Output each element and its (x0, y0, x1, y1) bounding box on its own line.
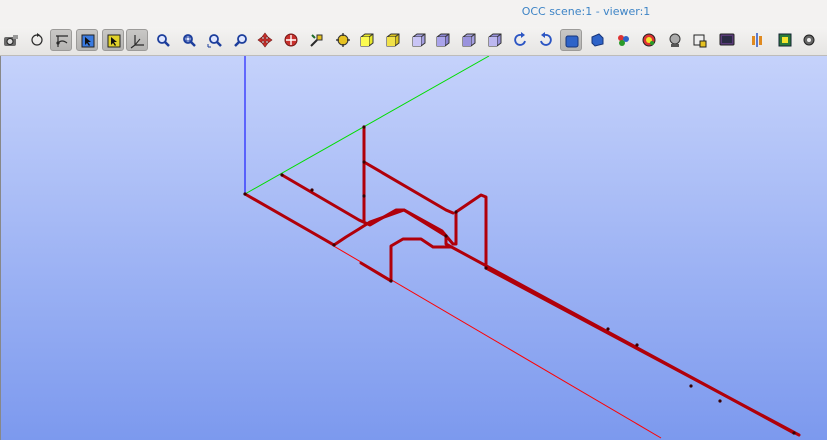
y-axis-line (244, 56, 490, 195)
wireframe-mode-icon (591, 33, 604, 47)
global-pan-icon (284, 33, 298, 47)
settings-button[interactable] (798, 29, 820, 51)
settings-icon (803, 34, 815, 46)
zoom-fit-icon (207, 34, 222, 48)
color-button[interactable] (612, 29, 634, 51)
pipe-segment[interactable] (280, 173, 801, 437)
screen-button[interactable] (716, 29, 738, 51)
pipe-segment[interactable] (243, 192, 796, 435)
material-button[interactable] (638, 29, 660, 51)
image-export-icon (778, 33, 792, 47)
select-edge-button[interactable] (76, 29, 98, 51)
window-title: OCC scene:1 - viewer:1 (521, 5, 651, 18)
clipping-icon (669, 33, 681, 47)
global-pan-button[interactable] (280, 29, 302, 51)
rotation-center-icon (310, 34, 323, 47)
color-icon (618, 35, 629, 46)
view-bottom-button[interactable] (432, 29, 454, 51)
scene-canvas[interactable] (1, 56, 827, 440)
mirror-button[interactable] (746, 29, 768, 51)
rotate-counterclockwise-button[interactable] (510, 29, 532, 51)
zoom-window-button[interactable] (178, 29, 200, 51)
zoom-fit-button[interactable] (204, 29, 226, 51)
zoom-window-icon (183, 34, 196, 47)
view-right-button[interactable] (484, 29, 506, 51)
pipe-network[interactable] (243, 125, 801, 437)
viewer-toolbar (0, 27, 827, 56)
occ-viewer-window: OCC scene:1 - viewer:1 (0, 0, 827, 440)
view-top-icon (412, 33, 426, 47)
screen-icon (719, 33, 735, 46)
view-left-button[interactable] (458, 29, 480, 51)
rotate-clockwise-icon (540, 32, 552, 46)
view-bottom-icon (436, 33, 450, 47)
trihedron-icon (130, 35, 144, 49)
view-front-button[interactable] (356, 29, 378, 51)
mirror-icon (752, 33, 762, 47)
select-face-icon (107, 34, 121, 48)
rotate-clockwise-button[interactable] (534, 29, 556, 51)
title-bar[interactable]: OCC scene:1 - viewer:1 (0, 0, 827, 28)
trihedron-button[interactable] (126, 29, 148, 51)
pipe-segment[interactable] (362, 125, 455, 215)
zoom-selection-icon (234, 34, 247, 47)
select-vertex-icon (56, 35, 68, 47)
image-export-button[interactable] (774, 29, 796, 51)
zoom-icon (157, 34, 170, 47)
view-back-button[interactable] (382, 29, 404, 51)
graduated-axes-button[interactable] (688, 29, 710, 51)
view-top-button[interactable] (408, 29, 430, 51)
pipe-segment[interactable] (359, 237, 453, 283)
3d-viewport[interactable] (0, 56, 827, 440)
rotation-center-button[interactable] (306, 29, 328, 51)
wireframe-mode-button[interactable] (586, 29, 608, 51)
view-right-icon (488, 33, 502, 47)
shaded-mode-icon (565, 35, 579, 48)
camera-icon (4, 35, 18, 46)
fit-all-button[interactable] (332, 29, 354, 51)
pan-icon (257, 32, 273, 48)
camera-button[interactable] (0, 29, 22, 51)
clipping-button[interactable] (664, 29, 686, 51)
view-front-icon (360, 33, 374, 47)
rotate-button[interactable] (26, 29, 48, 51)
pan-button[interactable] (254, 29, 276, 51)
material-icon (642, 33, 656, 47)
zoom-selection-button[interactable] (230, 29, 252, 51)
select-face-button[interactable] (102, 29, 124, 51)
rotate-icon (31, 33, 43, 46)
select-vertex-button[interactable] (50, 29, 72, 51)
rotate-counterclockwise-icon (514, 32, 526, 46)
zoom-button[interactable] (152, 29, 174, 51)
fit-all-icon (336, 33, 350, 47)
shaded-mode-button[interactable] (560, 29, 582, 51)
view-back-icon (386, 33, 400, 47)
graduated-axes-icon (693, 34, 707, 48)
view-left-icon (462, 33, 476, 47)
select-edge-icon (81, 34, 95, 48)
